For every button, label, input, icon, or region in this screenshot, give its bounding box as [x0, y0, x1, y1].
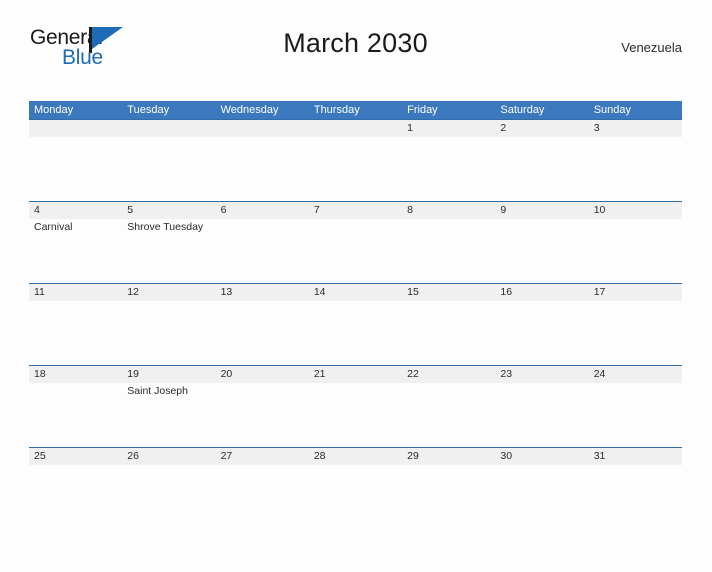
day-cell[interactable]: 25	[29, 448, 122, 529]
day-cell[interactable]: 16	[495, 284, 588, 365]
calendar-grid: Monday Tuesday Wednesday Thursday Friday…	[29, 101, 682, 529]
day-cell[interactable]: 12	[122, 284, 215, 365]
day-number: 25	[34, 450, 46, 462]
weekday-header-row: Monday Tuesday Wednesday Thursday Friday…	[29, 101, 682, 119]
day-number: 24	[593, 368, 606, 380]
day-cell[interactable]: 15	[402, 284, 495, 365]
weekday-header-wednesday: Wednesday	[220, 104, 279, 116]
day-number: 26	[127, 450, 139, 462]
day-number: 11	[34, 286, 45, 298]
day-cell[interactable]: 28	[309, 448, 402, 529]
day-event: Carnival	[34, 221, 73, 233]
day-cell[interactable]: 29	[402, 448, 495, 529]
day-number: 28	[313, 450, 326, 462]
day-number	[314, 120, 402, 137]
day-cell[interactable]: 8	[402, 202, 495, 283]
day-cell[interactable]: 1	[402, 120, 495, 201]
day-number: 16	[500, 286, 513, 298]
weekday-header-saturday: Saturday	[500, 104, 545, 116]
day-number: 27	[220, 450, 233, 462]
day-cell[interactable]: 22	[402, 366, 495, 447]
calendar-page: General Blue March 2030 Venezuela Monday…	[0, 22, 712, 572]
day-number: 17	[593, 286, 606, 298]
weekday-header-thursday: Thursday	[313, 104, 360, 116]
day-number: 12	[127, 286, 139, 298]
day-number: 1	[407, 122, 413, 134]
day-cell[interactable]: 5 Shrove Tuesday	[122, 202, 215, 283]
day-number: 29	[407, 450, 419, 462]
day-cell[interactable]: 20	[216, 366, 309, 447]
region-label: Venezuela	[621, 40, 682, 55]
week-row: 18 19 Saint Joseph 20 21 22 23 24	[29, 365, 682, 447]
day-cell[interactable]	[122, 120, 215, 201]
day-number: 3	[593, 122, 600, 134]
day-number	[221, 120, 309, 137]
day-number: 9	[500, 204, 507, 216]
day-number: 10	[593, 204, 606, 216]
day-number: 6	[220, 204, 227, 216]
day-number: 15	[407, 286, 419, 298]
day-cell[interactable]: 4 Carnival	[29, 202, 122, 283]
week-row: 1 2 3	[29, 119, 682, 201]
week-row: 4 Carnival 5 Shrove Tuesday 6 7 8 9 10	[29, 201, 682, 283]
day-cell[interactable]	[309, 120, 402, 201]
weekday-header-sunday: Sunday	[593, 104, 631, 116]
day-cell[interactable]: 19 Saint Joseph	[122, 366, 215, 447]
day-cell[interactable]: 9	[495, 202, 588, 283]
day-number: 4	[34, 204, 40, 216]
weekday-header-friday: Friday	[407, 104, 438, 116]
weekday-header-monday: Monday	[34, 104, 74, 116]
day-number	[127, 120, 215, 137]
day-number: 13	[220, 286, 233, 298]
day-number: 21	[313, 368, 326, 380]
day-cell[interactable]: 27	[216, 448, 309, 529]
day-cell[interactable]: 11	[29, 284, 122, 365]
day-cell[interactable]: 23	[495, 366, 588, 447]
day-cell[interactable]	[216, 120, 309, 201]
day-number: 23	[500, 368, 513, 380]
day-cell[interactable]: 6	[216, 202, 309, 283]
day-number: 19	[127, 368, 139, 380]
day-cell[interactable]: 7	[309, 202, 402, 283]
day-cell[interactable]: 13	[216, 284, 309, 365]
day-cell[interactable]: 2	[495, 120, 588, 201]
day-cell[interactable]: 14	[309, 284, 402, 365]
day-number: 20	[220, 368, 233, 380]
day-event: Shrove Tuesday	[127, 221, 204, 233]
day-number: 30	[500, 450, 513, 462]
day-number: 7	[313, 204, 320, 216]
day-number	[34, 120, 122, 137]
day-cell[interactable]: 18	[29, 366, 122, 447]
day-number: 14	[313, 286, 326, 298]
day-cell[interactable]: 31	[589, 448, 682, 529]
day-cell[interactable]: 3	[589, 120, 682, 201]
weekday-header-tuesday: Tuesday	[127, 104, 170, 116]
day-cell[interactable]: 24	[589, 366, 682, 447]
page-header: General Blue March 2030 Venezuela	[29, 22, 682, 74]
day-cell[interactable]: 26	[122, 448, 215, 529]
day-number: 31	[593, 450, 606, 462]
day-number: 5	[127, 204, 134, 216]
page-title: March 2030	[283, 28, 428, 58]
day-number: 22	[407, 368, 419, 380]
day-number: 2	[500, 122, 507, 134]
day-event: Saint Joseph	[127, 385, 188, 397]
day-cell[interactable]: 21	[309, 366, 402, 447]
day-cell[interactable]: 17	[589, 284, 682, 365]
week-row: 25 26 27 28 29 30 31	[29, 447, 682, 529]
day-number: 8	[407, 204, 413, 216]
day-number: 18	[34, 368, 46, 380]
day-cell[interactable]: 30	[495, 448, 588, 529]
day-cell[interactable]: 10	[589, 202, 682, 283]
day-cell[interactable]	[29, 120, 122, 201]
week-row: 11 12 13 14 15 16 17	[29, 283, 682, 365]
